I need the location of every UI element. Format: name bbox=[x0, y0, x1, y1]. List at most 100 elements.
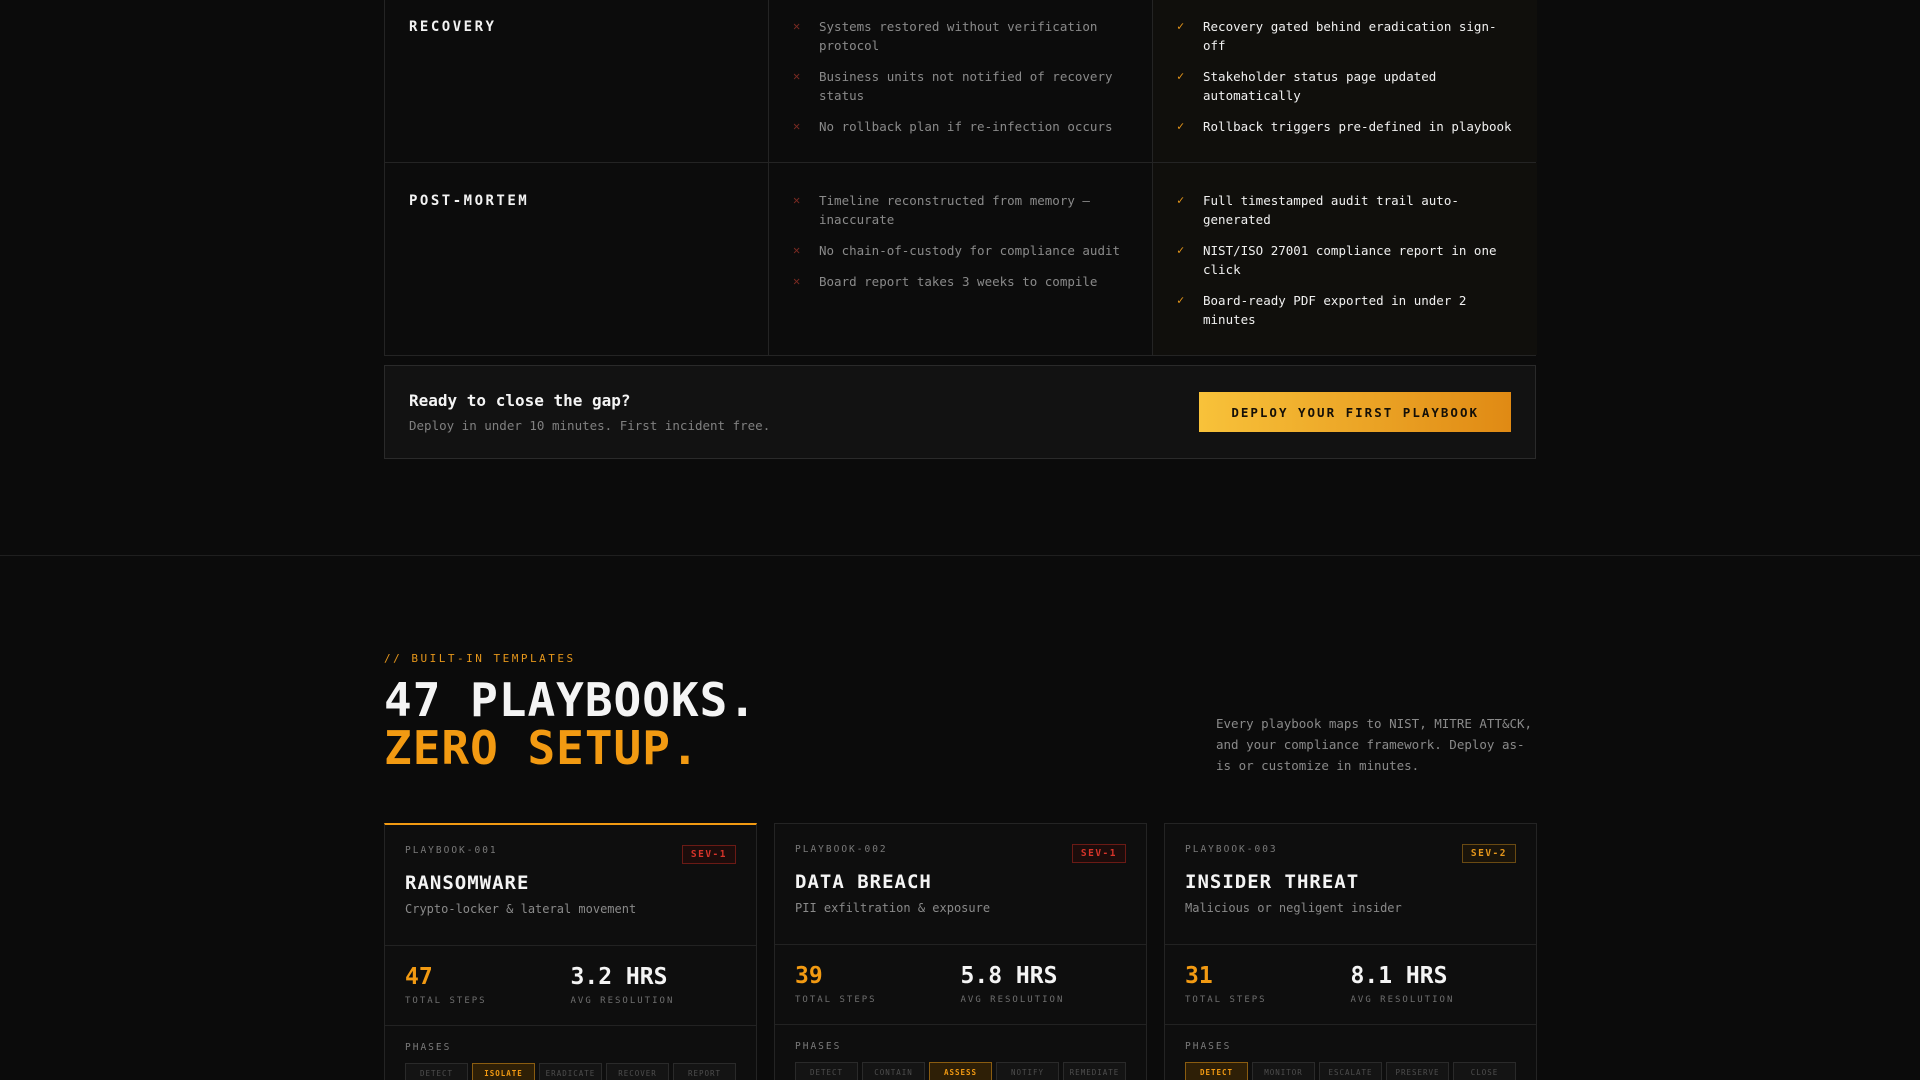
phases-label: PHASES bbox=[1185, 1041, 1232, 1052]
benefit-item: ✓ Board-ready PDF exported in under 2 min… bbox=[1177, 291, 1513, 329]
severity-badge: SEV-2 bbox=[1461, 844, 1516, 863]
headline-line-2: ZERO SETUP. bbox=[384, 721, 700, 775]
cta-text: Ready to close the gap? Deploy in under … bbox=[409, 391, 770, 433]
steps-value: 47 bbox=[405, 964, 433, 990]
section-eyebrow: // BUILT-IN TEMPLATES bbox=[384, 652, 576, 665]
phase-cell: POST-MORTEM bbox=[385, 163, 769, 355]
phase-chip-active[interactable]: DETECT bbox=[1185, 1062, 1248, 1080]
benefit-item: ✓ Rollback triggers pre-defined in playbo… bbox=[1177, 117, 1513, 136]
benefit-item: ✓ NIST/ISO 27001 compliance report in one… bbox=[1177, 241, 1513, 279]
section-headline: 47 PLAYBOOKS. ZERO SETUP. bbox=[384, 676, 757, 772]
failure-item: ✕ Business units not notified of recovery… bbox=[793, 67, 1128, 105]
phase-chip[interactable]: ERADICATE bbox=[539, 1063, 602, 1080]
check-icon: ✓ bbox=[1177, 243, 1185, 257]
phase-chip-active[interactable]: ASSESS bbox=[929, 1062, 992, 1080]
steps-value: 31 bbox=[1185, 963, 1213, 989]
failure-text: Timeline reconstructed from memory — ina… bbox=[819, 193, 1090, 227]
cta-subtitle: Deploy in under 10 minutes. First incide… bbox=[409, 418, 771, 433]
stat-steps: 47 TOTAL STEPS bbox=[405, 964, 571, 1007]
failure-text: No rollback plan if re-infection occurs bbox=[819, 119, 1113, 134]
failure-item: ✕ Board report takes 3 weeks to compile bbox=[793, 272, 1128, 291]
comparison-row-post-mortem: POST-MORTEM ✕ Timeline reconstructed from… bbox=[385, 162, 1537, 355]
stat-steps: 39 TOTAL STEPS bbox=[795, 963, 961, 1006]
with-playbook-cell: ✓ Full timestamped audit trail auto-gener… bbox=[1153, 163, 1537, 355]
benefit-item: ✓ Full timestamped audit trail auto-gener… bbox=[1177, 191, 1513, 229]
playbook-name: DATA BREACH bbox=[795, 871, 932, 893]
card-stats: 39 TOTAL STEPS 5.8 HRS AVG RESOLUTION bbox=[775, 945, 1146, 1025]
playbook-card-insider-threat[interactable]: PLAYBOOK-003 SEV-2 INSIDER THREAT Malici… bbox=[1164, 823, 1537, 1080]
check-icon: ✓ bbox=[1177, 119, 1185, 133]
benefit-text: NIST/ISO 27001 compliance report in one … bbox=[1203, 243, 1497, 277]
phase-name: RECOVERY bbox=[409, 19, 497, 35]
headline-line-1: 47 PLAYBOOKS. bbox=[384, 673, 758, 727]
with-playbook-cell: ✓ Recovery gated behind eradication sign-… bbox=[1153, 0, 1537, 162]
section-divider bbox=[0, 555, 1920, 556]
phase-chip[interactable]: REPORT bbox=[673, 1063, 736, 1080]
check-icon: ✓ bbox=[1177, 193, 1185, 207]
x-icon: ✕ bbox=[793, 19, 801, 33]
phase-chips: DETECT MONITOR ESCALATE PRESERVE CLOSE bbox=[1185, 1062, 1516, 1080]
phase-chip[interactable]: MONITOR bbox=[1252, 1062, 1315, 1080]
benefit-item: ✓ Stakeholder status page updated automat… bbox=[1177, 67, 1513, 105]
failure-text: Systems restored without verification pr… bbox=[819, 19, 1098, 53]
phase-chips: DETECT ISOLATE ERADICATE RECOVER REPORT bbox=[405, 1063, 736, 1080]
section-description: Every playbook maps to NIST, MITRE ATT&C… bbox=[1216, 716, 1533, 773]
cta-title: Ready to close the gap? bbox=[409, 391, 631, 410]
benefit-text: Rollback triggers pre-defined in playboo… bbox=[1203, 119, 1512, 134]
steps-label: TOTAL STEPS bbox=[795, 995, 877, 1005]
steps-label: TOTAL STEPS bbox=[1185, 995, 1267, 1005]
phase-chip[interactable]: ESCALATE bbox=[1319, 1062, 1382, 1080]
benefit-text: Recovery gated behind eradication sign-o… bbox=[1203, 19, 1497, 53]
playbook-card-ransomware[interactable]: PLAYBOOK-001 SEV-1 RANSOMWARE Crypto-loc… bbox=[384, 823, 757, 1080]
phases-label: PHASES bbox=[405, 1042, 452, 1053]
phase-chip[interactable]: DETECT bbox=[795, 1062, 858, 1080]
failure-item: ✕ No rollback plan if re-infection occurs bbox=[793, 117, 1128, 136]
resolution-value: 5.8 HRS bbox=[960, 963, 1058, 989]
stat-resolution: 5.8 HRS AVG RESOLUTION bbox=[961, 963, 1127, 1006]
phase-chip[interactable]: DETECT bbox=[405, 1063, 468, 1080]
phases-label: PHASES bbox=[795, 1041, 842, 1052]
playbook-card-data-breach[interactable]: PLAYBOOK-002 SEV-1 DATA BREACH PII exfil… bbox=[774, 823, 1147, 1080]
severity-badge: SEV-1 bbox=[1071, 844, 1126, 863]
card-phases: PHASES DETECT CONTAIN ASSESS NOTIFY REME… bbox=[775, 1025, 1146, 1080]
playbook-subtitle: Malicious or negligent insider bbox=[1185, 901, 1402, 915]
without-playbook-cell: ✕ Systems restored without verification p… bbox=[769, 0, 1153, 162]
without-playbook-cell: ✕ Timeline reconstructed from memory — in… bbox=[769, 163, 1153, 355]
playbook-subtitle: PII exfiltration & exposure bbox=[795, 901, 991, 915]
steps-value: 39 bbox=[795, 963, 823, 989]
card-phases: PHASES DETECT MONITOR ESCALATE PRESERVE … bbox=[1165, 1025, 1536, 1080]
phase-chip[interactable]: CLOSE bbox=[1453, 1062, 1516, 1080]
stat-resolution: 8.1 HRS AVG RESOLUTION bbox=[1351, 963, 1517, 1006]
benefit-text: Full timestamped audit trail auto-genera… bbox=[1203, 193, 1459, 227]
card-header: PLAYBOOK-003 SEV-2 INSIDER THREAT Malici… bbox=[1165, 824, 1536, 945]
resolution-label: AVG RESOLUTION bbox=[960, 995, 1065, 1005]
failure-item: ✕ Systems restored without verification p… bbox=[793, 17, 1128, 55]
benefit-item: ✓ Recovery gated behind eradication sign-… bbox=[1177, 17, 1513, 55]
playbook-cards: PLAYBOOK-001 SEV-1 RANSOMWARE Crypto-loc… bbox=[384, 823, 1537, 1080]
cta-banner: Ready to close the gap? Deploy in under … bbox=[384, 365, 1536, 459]
card-header: PLAYBOOK-001 SEV-1 RANSOMWARE Crypto-loc… bbox=[385, 825, 756, 946]
check-icon: ✓ bbox=[1177, 19, 1185, 33]
deploy-playbook-button[interactable]: DEPLOY YOUR FIRST PLAYBOOK bbox=[1199, 392, 1511, 432]
check-icon: ✓ bbox=[1177, 293, 1185, 307]
check-icon: ✓ bbox=[1177, 69, 1185, 83]
phase-chip[interactable]: PRESERVE bbox=[1386, 1062, 1449, 1080]
benefit-text: Stakeholder status page updated automati… bbox=[1203, 69, 1437, 103]
phase-cell: RECOVERY bbox=[385, 0, 769, 162]
playbook-subtitle: Crypto-locker & lateral movement bbox=[405, 902, 637, 916]
comparison-row-recovery: RECOVERY ✕ Systems restored without verif… bbox=[385, 0, 1537, 162]
phase-chip-active[interactable]: ISOLATE bbox=[472, 1063, 535, 1080]
phase-chip[interactable]: REMEDIATE bbox=[1063, 1062, 1126, 1080]
failure-item: ✕ Timeline reconstructed from memory — in… bbox=[793, 191, 1128, 229]
phase-chips: DETECT CONTAIN ASSESS NOTIFY REMEDIATE bbox=[795, 1062, 1126, 1080]
phase-chip[interactable]: CONTAIN bbox=[862, 1062, 925, 1080]
phase-chip[interactable]: RECOVER bbox=[606, 1063, 669, 1080]
phase-chip[interactable]: NOTIFY bbox=[996, 1062, 1059, 1080]
failure-text: Board report takes 3 weeks to compile bbox=[819, 274, 1098, 289]
x-icon: ✕ bbox=[793, 243, 801, 257]
steps-label: TOTAL STEPS bbox=[405, 996, 487, 1006]
card-phases: PHASES DETECT ISOLATE ERADICATE RECOVER … bbox=[385, 1026, 756, 1080]
card-header: PLAYBOOK-002 SEV-1 DATA BREACH PII exfil… bbox=[775, 824, 1146, 945]
playbook-name: RANSOMWARE bbox=[405, 872, 530, 894]
comparison-table: RECOVERY ✕ Systems restored without verif… bbox=[384, 0, 1537, 356]
